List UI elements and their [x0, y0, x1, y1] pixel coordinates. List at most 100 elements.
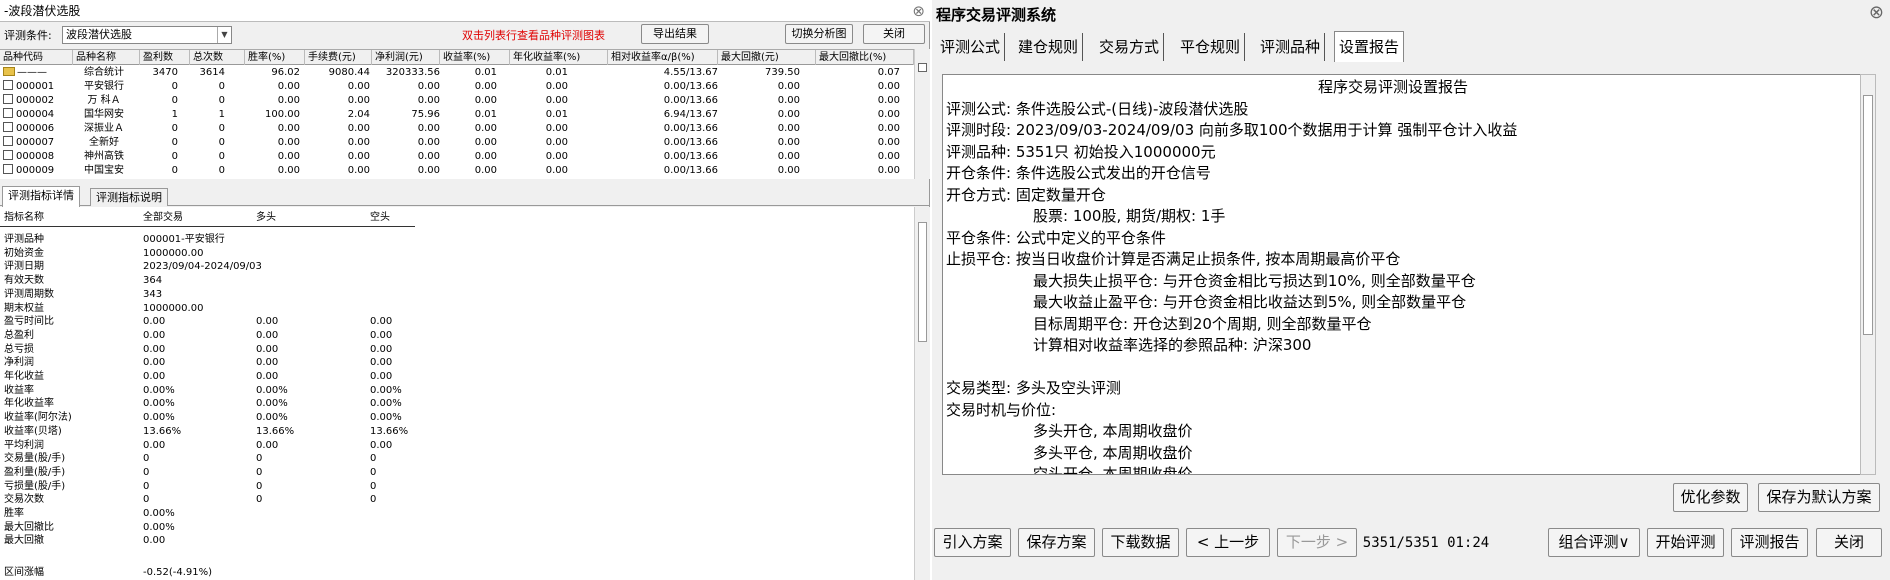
- close-icon[interactable]: ⊗: [912, 0, 925, 22]
- checkbox[interactable]: [3, 80, 13, 90]
- prev-step-button[interactable]: < 上一步: [1186, 528, 1270, 557]
- stat-value: 0.00%: [256, 398, 288, 410]
- stat-value: 0.00%: [143, 384, 175, 396]
- row-rate: 100.00: [265, 109, 300, 120]
- stat-value: -0.52(-4.91%): [143, 566, 213, 578]
- results-table[interactable]: 品种代码 品种名称 盈利数 总次数 胜率(%) 手续费(元) 净利润(元) 收益率(%) 年化收…: [0, 49, 914, 179]
- stats-row: 收益率 0.00% 0.00% 0.00%: [0, 384, 500, 397]
- row-rate: 0.00: [277, 95, 300, 106]
- row-ddr: 0.00: [877, 81, 900, 92]
- row-profit: 75.96: [411, 109, 440, 120]
- tab-instruments[interactable]: 评测品种: [1256, 33, 1326, 61]
- stats-row: 期末权益 1000000.00: [0, 302, 500, 315]
- stat-value: 000001-平安银行: [143, 234, 225, 245]
- column-header[interactable]: 最大回撤比(%): [816, 50, 914, 65]
- stat-value: 0.00%: [143, 521, 175, 533]
- stat-value: 0.00: [256, 439, 279, 451]
- row-rate: 0.00: [277, 123, 300, 134]
- row-win: 0: [171, 95, 178, 106]
- table-scrollbar[interactable]: [914, 49, 930, 179]
- tab-settings-report[interactable]: 设置报告: [1334, 31, 1405, 62]
- report-line: 多头平仓, 本周期收盘价: [1033, 443, 1193, 462]
- stats-row: 年化收益率 0.00% 0.00% 0.00%: [0, 397, 500, 410]
- save-default-button[interactable]: 保存为默认方案: [1758, 483, 1880, 512]
- table-row[interactable]: 000004 国华网安 1 1 100.00 2.04 75.96 0.01 0.01 6.94/…: [0, 108, 914, 122]
- table-row[interactable]: 000008 神州高铁 0 0 0.00 0.00 0.00 0.00 0.00 0.00/13.…: [0, 150, 914, 164]
- stat-value: 0.00: [256, 316, 279, 328]
- column-header[interactable]: 最大回撤(元): [718, 50, 816, 65]
- table-row[interactable]: 000009 中国宝安 0 0 0.00 0.00 0.00 0.00 0.00 0.00/13.…: [0, 164, 914, 178]
- stats-row: 初始资金 1000000.00: [0, 247, 500, 260]
- stat-value: 364: [143, 275, 163, 287]
- checkbox[interactable]: [3, 94, 13, 104]
- switch-chart-button[interactable]: 切换分析图: [785, 24, 853, 44]
- export-button[interactable]: 导出结果: [641, 24, 709, 44]
- settings-report-text: 程序交易评测设置报告 评测公式: 条件选股公式-(日线)-波段潜伏选股 评测时段: …: [942, 74, 1867, 475]
- column-header[interactable]: 总次数: [190, 50, 245, 65]
- table-row[interactable]: 000007 全新好 0 0 0.00 0.00 0.00 0.00 0.00 0.00/13.6…: [0, 136, 914, 150]
- tab-exit-rules[interactable]: 平仓规则: [1176, 33, 1246, 61]
- column-header[interactable]: 手续费(元): [305, 50, 372, 65]
- column-header[interactable]: 盈利数: [140, 50, 190, 65]
- stat-value: 0.00: [256, 343, 279, 355]
- row-name: 万 科Ａ: [87, 95, 121, 106]
- column-header[interactable]: 品种名称: [73, 50, 140, 65]
- column-header[interactable]: 品种代码: [0, 50, 73, 65]
- report-scrollbar[interactable]: [1860, 74, 1876, 475]
- row-total: 0: [218, 95, 225, 106]
- start-evaluate-button[interactable]: 开始评测: [1647, 528, 1724, 557]
- table-row[interactable]: 000002 万 科Ａ 0 0 0.00 0.00 0.00 0.00 0.00 0.00/13.…: [0, 94, 914, 108]
- checkbox[interactable]: [3, 150, 13, 160]
- stats-row: 交易次数 0 0 0: [0, 493, 500, 506]
- evaluation-report-button[interactable]: 评测报告: [1731, 528, 1808, 557]
- row-total: 0: [218, 81, 225, 92]
- tab-trade-mode[interactable]: 交易方式: [1095, 33, 1165, 61]
- row-code: 000008: [16, 151, 55, 162]
- row-ddr: 0.07: [877, 67, 900, 78]
- row-profit: 320333.56: [385, 67, 440, 78]
- checkbox[interactable]: [3, 164, 13, 174]
- row-rel: 0.00/13.66: [663, 81, 718, 92]
- table-row[interactable]: ——— 综合统计 3470 3614 96.02 9080.44 320333.56 0.01…: [0, 66, 914, 80]
- close-icon[interactable]: ⊗: [1869, 2, 1884, 23]
- checkbox[interactable]: [3, 108, 13, 118]
- download-data-button[interactable]: 下载数据: [1102, 528, 1179, 557]
- row-dd: 739.50: [765, 67, 800, 78]
- row-profit: 0.00: [417, 137, 440, 148]
- tab-entry-rules[interactable]: 建仓规则: [1014, 33, 1084, 61]
- stats-scrollbar[interactable]: [914, 207, 930, 580]
- combo-evaluate-button[interactable]: 组合评测∨: [1548, 528, 1640, 557]
- stat-value: 1000000.00: [143, 302, 204, 314]
- close-button[interactable]: 关闭: [1816, 528, 1882, 557]
- row-annual: 0.00: [545, 165, 568, 176]
- row-fee: 0.00: [347, 95, 370, 106]
- stat-name: 评测周期数: [4, 288, 54, 300]
- tab-description[interactable]: 评测指标说明: [90, 188, 168, 206]
- close-button[interactable]: 关闭: [863, 24, 925, 44]
- column-header[interactable]: 净利润(元): [372, 50, 440, 65]
- table-row[interactable]: 000001 平安银行 0 0 0.00 0.00 0.00 0.00 0.00 0.00/13.…: [0, 80, 914, 94]
- row-fee: 0.00: [347, 137, 370, 148]
- row-name: 中国宝安: [84, 165, 124, 176]
- table-row[interactable]: 000006 深振业Ａ 0 0 0.00 0.00 0.00 0.00 0.00 0.00/13.…: [0, 122, 914, 136]
- optimize-params-button[interactable]: 优化参数: [1673, 483, 1748, 512]
- row-ret: 0.00: [474, 165, 497, 176]
- tab-detail[interactable]: 评测指标详情: [2, 186, 80, 207]
- stats-row: 盈亏时间比 0.00 0.00 0.00: [0, 315, 500, 328]
- row-annual: 0.00: [545, 137, 568, 148]
- stat-value: 0: [370, 453, 377, 465]
- column-header[interactable]: 年化收益率(%): [510, 50, 608, 65]
- stat-value: 0.00%: [143, 508, 175, 519]
- import-scheme-button[interactable]: 引入方案: [934, 528, 1011, 557]
- column-header[interactable]: 相对收益率α/β(%): [608, 50, 718, 65]
- stats-row: 评测日期 2023/09/04-2024/09/03: [0, 260, 500, 273]
- checkbox[interactable]: [3, 136, 13, 146]
- tab-formula[interactable]: 评测公式: [936, 33, 1006, 61]
- column-header[interactable]: 收益率(%): [440, 50, 510, 65]
- column-header[interactable]: 胜率(%): [245, 50, 305, 65]
- report-line: 最大收益止盈平仓: 与开仓资金相比收益达到5%, 则全部数量平仓: [1033, 293, 1467, 311]
- row-win: 3470: [152, 67, 178, 78]
- condition-select[interactable]: 波段潜伏选股 ▼: [62, 26, 232, 44]
- save-scheme-button[interactable]: 保存方案: [1018, 528, 1095, 557]
- checkbox[interactable]: [3, 122, 13, 132]
